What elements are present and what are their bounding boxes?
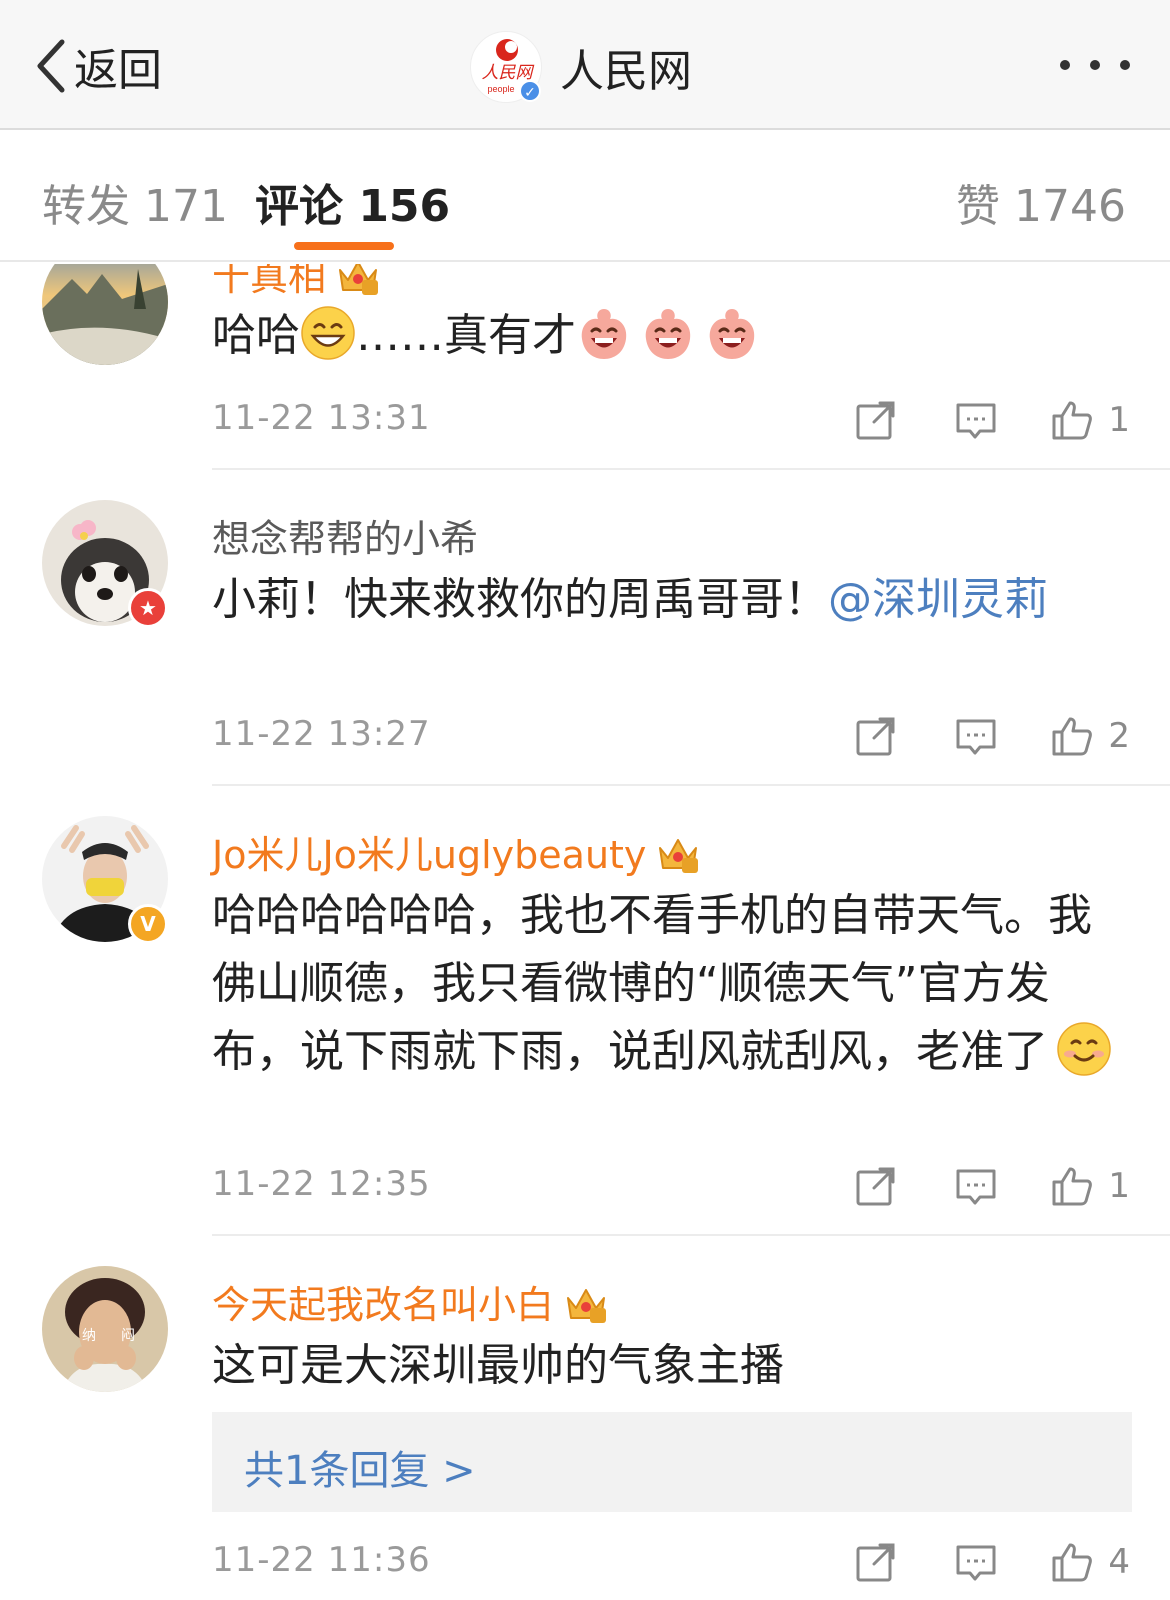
more-dot-icon (1120, 60, 1130, 70)
comment-actions: 2 (798, 706, 1130, 766)
comment-text-part: 这可是大深圳最帅的气象主播 (212, 1340, 784, 1391)
tab-comment[interactable]: 评论 156 (255, 170, 450, 234)
haha-emoji-icon (640, 305, 696, 361)
avatar[interactable] (42, 264, 168, 365)
verified-icon: ✓ (519, 80, 541, 102)
share-button[interactable] (854, 714, 898, 758)
comment-timestamp: 11-22 13:27 (212, 714, 431, 754)
back-button[interactable]: 返回 (32, 34, 162, 98)
like-button[interactable]: 4 (1050, 1540, 1130, 1584)
reply-button[interactable] (954, 714, 998, 758)
comment-timestamp: 11-22 13:31 (212, 398, 431, 438)
thumbs-up-icon (1050, 714, 1094, 758)
comment-actions: 1 (798, 1156, 1130, 1216)
comment-item: V Jo米儿Jo米儿uglybeauty 哈哈哈哈哈哈，我也不看手机的自带天气。… (0, 786, 1170, 1236)
share-icon (854, 714, 898, 758)
more-options-button[interactable] (1060, 50, 1130, 80)
vip-crown-icon (336, 264, 380, 296)
active-tab-indicator (294, 242, 394, 250)
people-logo-avatar: 人民网 people ✓ (470, 31, 542, 103)
svg-text:纳: 纳 (82, 1328, 96, 1344)
share-button[interactable] (854, 1164, 898, 1208)
reply-summary: 共1条回复 > (244, 1448, 476, 1494)
like-count: 1 (1108, 1166, 1130, 1206)
woman-avatar-image: 纳 闷 (42, 1266, 168, 1392)
username-text: 想念帮帮的小希 (212, 517, 479, 561)
smile-emoji-icon (1056, 1021, 1112, 1077)
share-icon (854, 398, 898, 442)
reply-button[interactable] (954, 1164, 998, 1208)
mention-link[interactable]: @深圳灵莉 (828, 574, 1048, 625)
haha-emoji-icon (704, 305, 760, 361)
comment-text: 小莉！快来救救你的周禹哥哥！@深圳灵莉 (212, 566, 1132, 634)
verified-v-icon: V (128, 904, 168, 944)
comment-text-part: ……真有才 (356, 310, 576, 361)
thumbs-up-icon (1050, 398, 1094, 442)
view-replies-button[interactable]: 共1条回复 > (212, 1412, 1132, 1512)
comment-item: 十真相 哈哈 ……真有才 11-22 13:31 1 (0, 264, 1170, 470)
more-dot-icon (1060, 60, 1070, 70)
like-count: 4 (1108, 1542, 1130, 1582)
like-count: 1 (1108, 400, 1130, 440)
page-title: 人民网 (560, 46, 692, 97)
like-button[interactable]: 2 (1050, 714, 1130, 758)
comment-text: 哈哈哈哈哈哈，我也不看手机的自带天气。我佛山顺德，我只看微博的“顺德天气”官方发… (212, 882, 1132, 1086)
comment-icon (954, 1540, 998, 1584)
username-text: Jo米儿Jo米儿uglybeauty (212, 833, 647, 877)
share-icon (854, 1540, 898, 1584)
star-badge-icon: ★ (128, 588, 168, 628)
username-text: 今天起我改名叫小白 (212, 1283, 555, 1327)
username-text: 十真相 (212, 264, 327, 299)
like-button[interactable]: 1 (1050, 398, 1130, 442)
svg-text:闷: 闷 (121, 1328, 135, 1344)
vip-crown-icon (656, 834, 700, 874)
comment-actions: 1 (798, 390, 1130, 450)
avatar[interactable]: 纳 闷 (42, 1266, 168, 1392)
tab-like[interactable]: 赞 1746 (956, 170, 1126, 234)
nav-account[interactable]: 人民网 people ✓ 人民网 (470, 30, 692, 104)
comment-text-part: 哈哈哈哈哈哈，我也不看手机的自带天气。我佛山顺德，我只看微博的“顺德天气”官方发… (212, 890, 1092, 1077)
chevron-left-icon (37, 39, 65, 93)
comment-text-part: 哈哈 (212, 310, 300, 361)
comment-username[interactable]: 今天起我改名叫小白 (212, 1274, 608, 1329)
comment-feed: 十真相 哈哈 ……真有才 11-22 13:31 1 ★ 想念帮帮的小希 小莉！… (0, 264, 1170, 1600)
comment-username[interactable]: Jo米儿Jo米儿uglybeauty (212, 824, 700, 879)
comment-username[interactable]: 想念帮帮的小希 (212, 508, 478, 563)
tab-repost[interactable]: 转发 171 (42, 170, 228, 234)
grin-emoji-icon (300, 305, 356, 361)
haha-emoji-icon (576, 305, 632, 361)
comment-item: 纳 闷 今天起我改名叫小白 这可是大深圳最帅的气象主播 共1条回复 > 11-2… (0, 1236, 1170, 1600)
more-dot-icon (1090, 60, 1100, 70)
comment-timestamp: 11-22 12:35 (212, 1164, 431, 1204)
comment-timestamp: 11-22 11:36 (212, 1540, 431, 1580)
like-button[interactable]: 1 (1050, 1164, 1130, 1208)
share-button[interactable] (854, 398, 898, 442)
tab-bar: 转发 171 评论 156 赞 1746 (0, 132, 1170, 262)
comment-text-part: 小莉！快来救救你的周禹哥哥！ (212, 574, 828, 625)
comment-icon (954, 1164, 998, 1208)
comment-icon (954, 398, 998, 442)
comment-text: 这可是大深圳最帅的气象主播 (212, 1332, 1132, 1400)
comment-username[interactable]: 十真相 (212, 264, 380, 301)
comment-item: ★ 想念帮帮的小希 小莉！快来救救你的周禹哥哥！@深圳灵莉 11-22 13:2… (0, 470, 1170, 786)
share-icon (854, 1164, 898, 1208)
comment-text: 哈哈 ……真有才 (212, 302, 1132, 370)
reply-button[interactable] (954, 1540, 998, 1584)
thumbs-up-icon (1050, 1540, 1094, 1584)
reply-button[interactable] (954, 398, 998, 442)
share-button[interactable] (854, 1540, 898, 1584)
like-count: 2 (1108, 716, 1130, 756)
landscape-avatar-image (42, 264, 168, 365)
comment-icon (954, 714, 998, 758)
comment-actions: 4 (798, 1532, 1130, 1592)
vip-crown-icon (564, 1284, 608, 1324)
nav-bar: 返回 人民网 people ✓ 人民网 (0, 0, 1170, 130)
back-label: 返回 (74, 45, 162, 96)
svg-text:people: people (487, 84, 514, 94)
thumbs-up-icon (1050, 1164, 1094, 1208)
